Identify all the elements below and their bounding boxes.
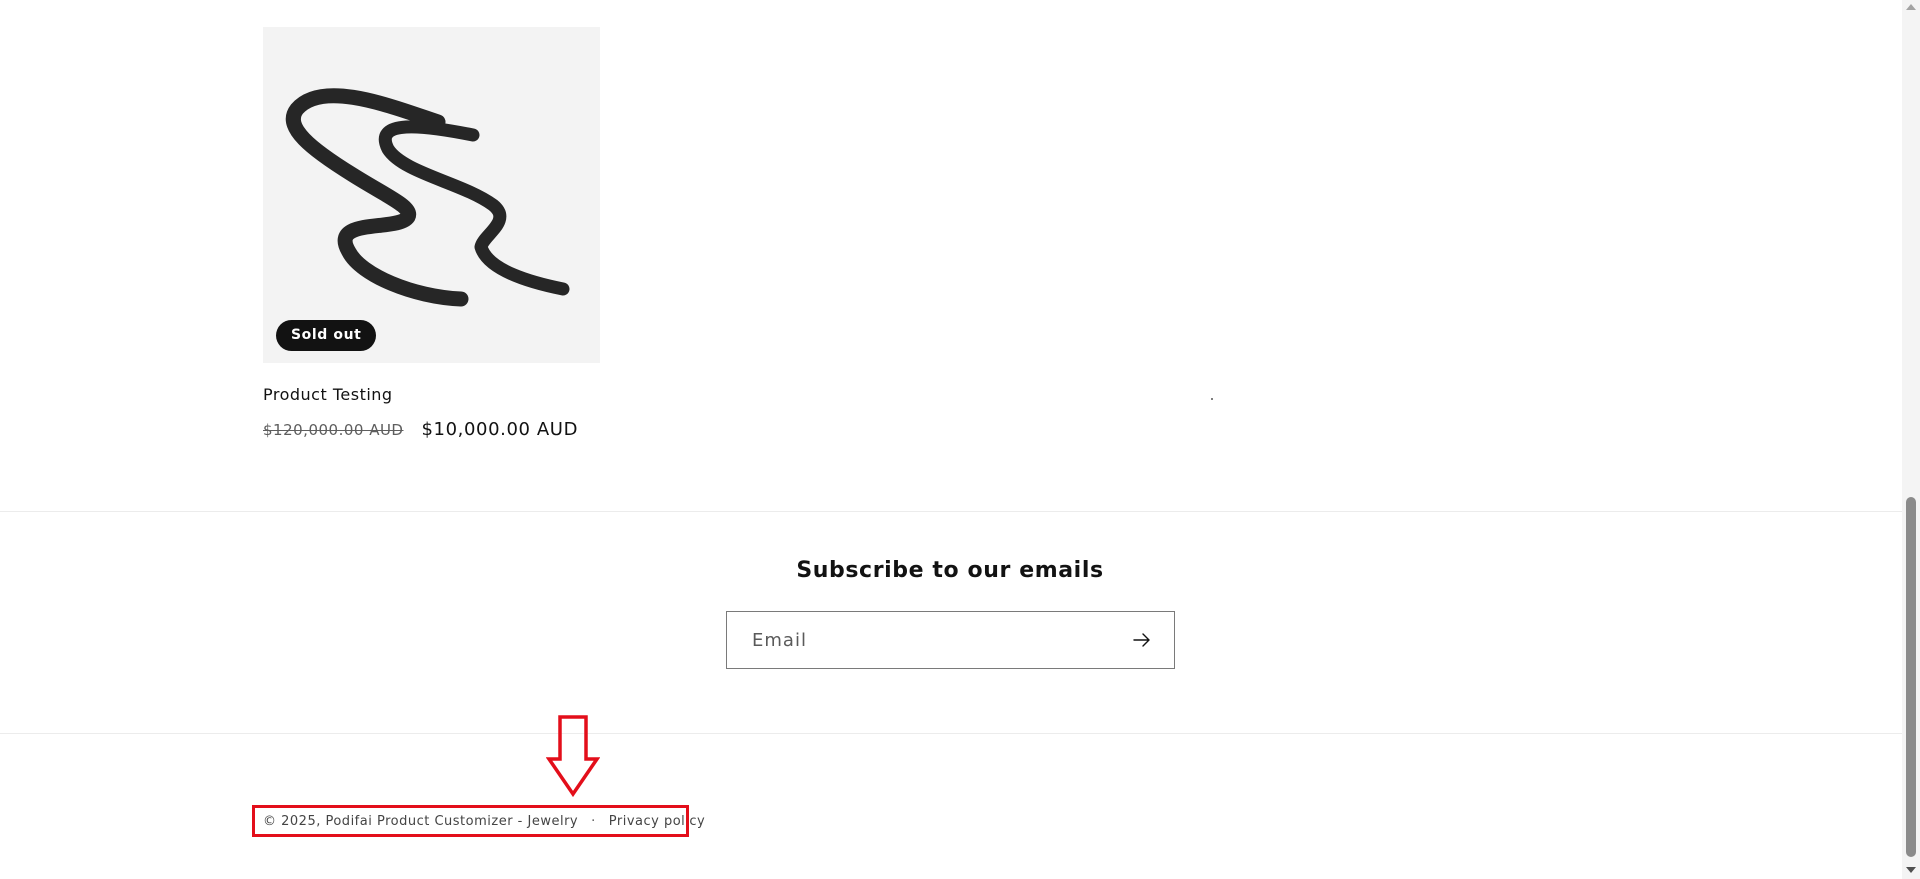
newsletter-heading: Subscribe to our emails [796, 558, 1104, 583]
newsletter-form [726, 611, 1175, 669]
scribble-artwork [285, 88, 570, 307]
scroll-up-icon[interactable] [1906, 4, 1916, 10]
footer-divider [0, 733, 1902, 734]
sale-price: $10,000.00 AUD [421, 419, 579, 440]
sold-out-badge: Sold out [276, 320, 377, 351]
scrollbar-thumb[interactable] [1906, 497, 1916, 857]
scroll-down-icon[interactable] [1906, 867, 1916, 873]
subscribe-submit-button[interactable] [1110, 612, 1174, 668]
product-image[interactable]: Sold out [263, 27, 600, 363]
arrow-right-icon [1133, 633, 1150, 647]
section-divider [0, 511, 1902, 512]
price-row: $120,000.00 AUD $10,000.00 AUD [263, 419, 578, 440]
page: Sold out Product Testing $120,000.00 AUD… [0, 0, 1920, 879]
compare-at-price: $120,000.00 AUD [263, 421, 404, 439]
annotation-highlight-box [252, 805, 689, 837]
email-input[interactable] [727, 612, 1107, 668]
down-arrow-icon [546, 715, 600, 797]
vertical-scrollbar[interactable] [1902, 0, 1920, 879]
stray-dot [1211, 398, 1213, 400]
product-title-link[interactable]: Product Testing [263, 385, 393, 404]
product-card[interactable]: Sold out Product Testing $120,000.00 AUD… [263, 27, 600, 440]
